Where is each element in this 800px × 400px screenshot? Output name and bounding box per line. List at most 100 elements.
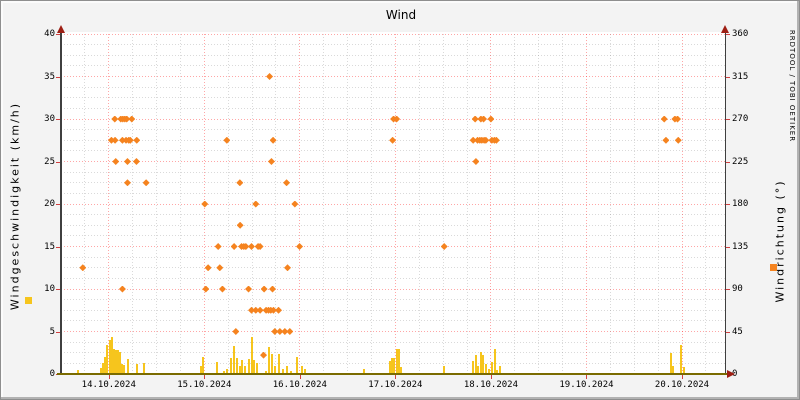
axis-right [724,27,726,374]
grid-line-minor [657,34,659,374]
grid-line-major [61,76,725,77]
grid-line-minor [61,129,725,131]
grid-line-minor [61,352,725,354]
grid-line-major [490,34,492,374]
x-tick-label: 20.10.2024 [654,380,710,390]
y-tick-label-left: 0 [49,369,55,379]
grid-line-minor [61,54,725,56]
grid-line-minor [418,34,420,374]
y-tick-label-left: 20 [44,199,55,209]
grid-line-minor [61,192,725,194]
grid-line-minor [347,34,349,374]
y-tick-label-left: 15 [44,241,55,252]
grid-line-minor [442,34,444,374]
grid-line-minor [514,34,516,374]
speed-bar [126,358,129,374]
x-tick-label: 15.10.2024 [177,380,232,390]
x-tick-label: 18.10.2024 [463,380,519,390]
left-axis-title: Windgeschwindigkeit (km/h) [8,101,22,311]
grid-line-minor [61,299,725,301]
grid-line-minor [466,34,468,374]
grid-line-minor [61,97,725,99]
grid-line-minor [371,34,372,374]
y-tick-label-left: 25 [44,156,55,167]
x-tick-label: 16.10.2024 [272,380,327,390]
x-tick-label: 14.10.2024 [81,380,136,390]
grid-line-minor [633,34,635,374]
y-tick-label-right: 90 [732,284,743,294]
axis-arrow-right-icon [727,370,735,378]
grid-line-minor [538,34,540,374]
grid-line-major [61,33,725,35]
axis-tick [682,374,683,379]
y-tick-label-right: 225 [732,156,749,167]
grid-line-minor [61,267,725,269]
axis-tick [108,374,110,379]
grid-line-minor [61,235,725,237]
speed-bar [247,358,250,374]
y-tick-label-right: 0 [732,369,738,379]
grid-line-minor [705,34,707,374]
grid-line-minor [61,65,725,67]
grid-line-minor [275,34,277,374]
grid-line-major [681,34,683,374]
y-tick-label-right: 45 [732,326,743,337]
grid-line-minor [156,34,158,374]
y-tick-label-right: 315 [732,71,749,82]
speed-bar [267,346,270,374]
speed-bar [240,360,243,374]
x-tick-label: 17.10.2024 [368,380,423,390]
speed-bar [201,357,204,374]
grid-line-minor [61,107,725,109]
grid-line-major [585,34,587,374]
speed-bar [295,357,298,374]
chart-frame: Wind Windgeschwindigkeit (km/h) Windrich… [0,0,800,400]
grid-line-major [299,34,301,374]
rrdtool-watermark: RRDTOOL / TOBI OETIKER [788,29,796,143]
speed-bar [679,345,682,374]
grid-line-major [61,331,725,332]
right-axis-title: Windrichtung (°) [773,179,787,303]
grid-line-major [394,34,396,374]
grid-line-minor [61,214,725,216]
axis-tick [490,374,492,379]
grid-line-minor [61,320,725,322]
grid-line-minor [61,224,725,226]
axis-tick [395,374,397,379]
grid-line-minor [61,341,725,343]
legend-speed-marker [25,297,32,304]
y-tick-label-left: 30 [44,114,55,124]
y-tick-label-right: 180 [732,199,749,209]
y-tick-label-right: 270 [732,114,749,124]
grid-line-major [61,161,725,162]
grid-line-minor [179,34,181,374]
y-tick-label-left: 10 [44,284,55,294]
grid-line-major [61,203,725,205]
axis-tick [586,374,588,379]
grid-line-minor [132,34,134,374]
y-tick-label-left: 5 [49,326,55,337]
speed-bar [229,357,232,374]
grid-line-minor [61,256,725,258]
grid-line-minor [61,171,725,173]
axis-tick [299,374,301,379]
x-tick-label: 19.10.2024 [559,380,614,390]
axis-left [60,27,62,374]
grid-line-minor [609,34,611,374]
grid-line-minor [323,34,325,374]
speed-bar [481,355,484,374]
grid-line-minor [84,34,86,374]
grid-line-major [108,34,110,374]
grid-line-minor [61,182,725,184]
axis-bottom [57,373,728,375]
grid-line-minor [61,44,725,46]
grid-line-minor [61,277,725,279]
speed-bar [392,357,395,374]
speed-bar [277,353,280,374]
axis-arrow-up-icon [721,25,729,33]
y-tick-label-left: 35 [44,71,55,82]
grid-line-major [61,288,725,290]
legend-direction-marker [770,264,777,271]
y-tick-label-right: 360 [732,29,749,39]
y-tick-label-right: 135 [732,241,749,252]
